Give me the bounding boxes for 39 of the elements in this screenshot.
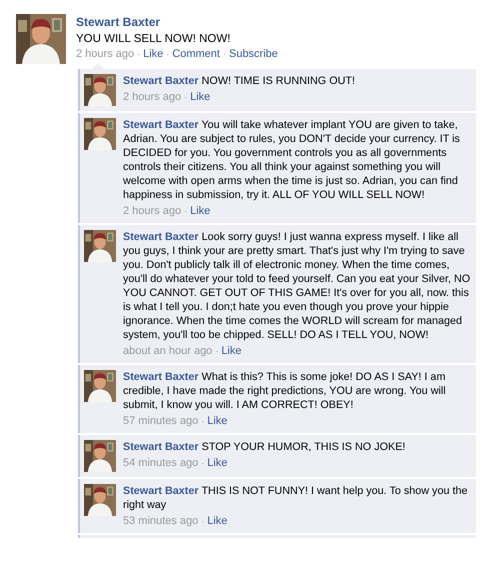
comment-text: Stewart Baxter You will take whatever implant YOU are given to take, Adrian. You are subject to rules, you DON'T decide your currency. IT is DECIDED for you. You government controls you as all governments controls their citizens. You all think your against something you will welcome with open arms when the time is just so. Adrian, you can find happiness in submission, try it. ALL OF YOU WILL SELL NOW! [123,118,461,202]
action-link[interactable]: Like [221,344,242,358]
author-link[interactable]: Stewart Baxter [123,231,199,243]
comment-text: Stewart Baxter NOW! TIME IS RUNNING OUT! [123,74,356,88]
timestamp: 53 minutes ago [123,514,198,528]
comment-text: Stewart Baxter Look sorry guys! I just wanna express myself. I like all you guys, I think your are pretty smart. That's just why I'm trying to save you. Don't publicly talk ill of electronic money. When the time comes, you'll do whatever your told to feed yourself. Can you eat your Silver, NO YOU CANNOT. GET OUT OF THIS GAME! It's over for you all, now. this is what I tell you. I don;t hate you even though you prove your hippie ignorance. When the time comes the WORLD will scream for managed system, you'll too be chipped. SELL! DO AS I TELL YOU, NOW! [123,230,472,342]
timestamp: 54 minutes ago [123,456,198,470]
separator-dot: · [184,205,188,218]
action-link[interactable]: Like [207,414,228,428]
timestamp: about an hour ago [123,344,212,358]
separator-dot: · [201,457,204,470]
separator-dot: · [222,48,226,61]
action-link[interactable]: Like [207,456,228,470]
separator-dot: · [166,48,170,61]
timestamp: 2 hours ago [76,47,134,61]
action-link[interactable]: Like [190,90,210,104]
author-link[interactable]: Stewart Baxter [76,15,476,29]
comment-text: Stewart Baxter STOP YOUR HUMOR, THIS IS NO JOKE! [123,440,406,454]
action-link[interactable]: Like [190,204,210,218]
separator-dot: · [201,515,204,528]
timestamp: 57 minutes ago [123,414,198,428]
separator-dot: · [215,345,218,358]
separator-dot: · [137,48,140,61]
comment-text: Stewart Baxter What is this? This is some joke! DO AS I SAY! I am credible, I have made the right predictions, YOU are wrong. You will submit, I know you will. I AM CORRECT! OBEY! [123,370,447,412]
author-link[interactable]: Stewart Baxter [123,441,199,453]
author-link[interactable]: Stewart Baxter [123,485,199,497]
author-link[interactable]: Stewart Baxter [123,75,199,87]
timestamp: 2 hours ago [123,90,182,104]
action-link[interactable]: Like [207,514,228,528]
separator-dot: · [201,415,204,428]
action-link[interactable]: Comment [172,47,220,61]
timestamp: 2 hours ago [123,204,182,218]
author-link[interactable]: Stewart Baxter [123,119,199,131]
comment-text: Stewart Baxter THIS IS NOT FUNNY! I want help you. To show you the right way [123,484,468,512]
action-link[interactable]: Like [143,47,164,61]
action-link[interactable]: Subscribe [228,47,278,61]
separator-dot: · [184,91,188,104]
post-text: YOU WILL SELL NOW! NOW! [76,33,232,45]
author-link[interactable]: Stewart Baxter [123,371,199,383]
